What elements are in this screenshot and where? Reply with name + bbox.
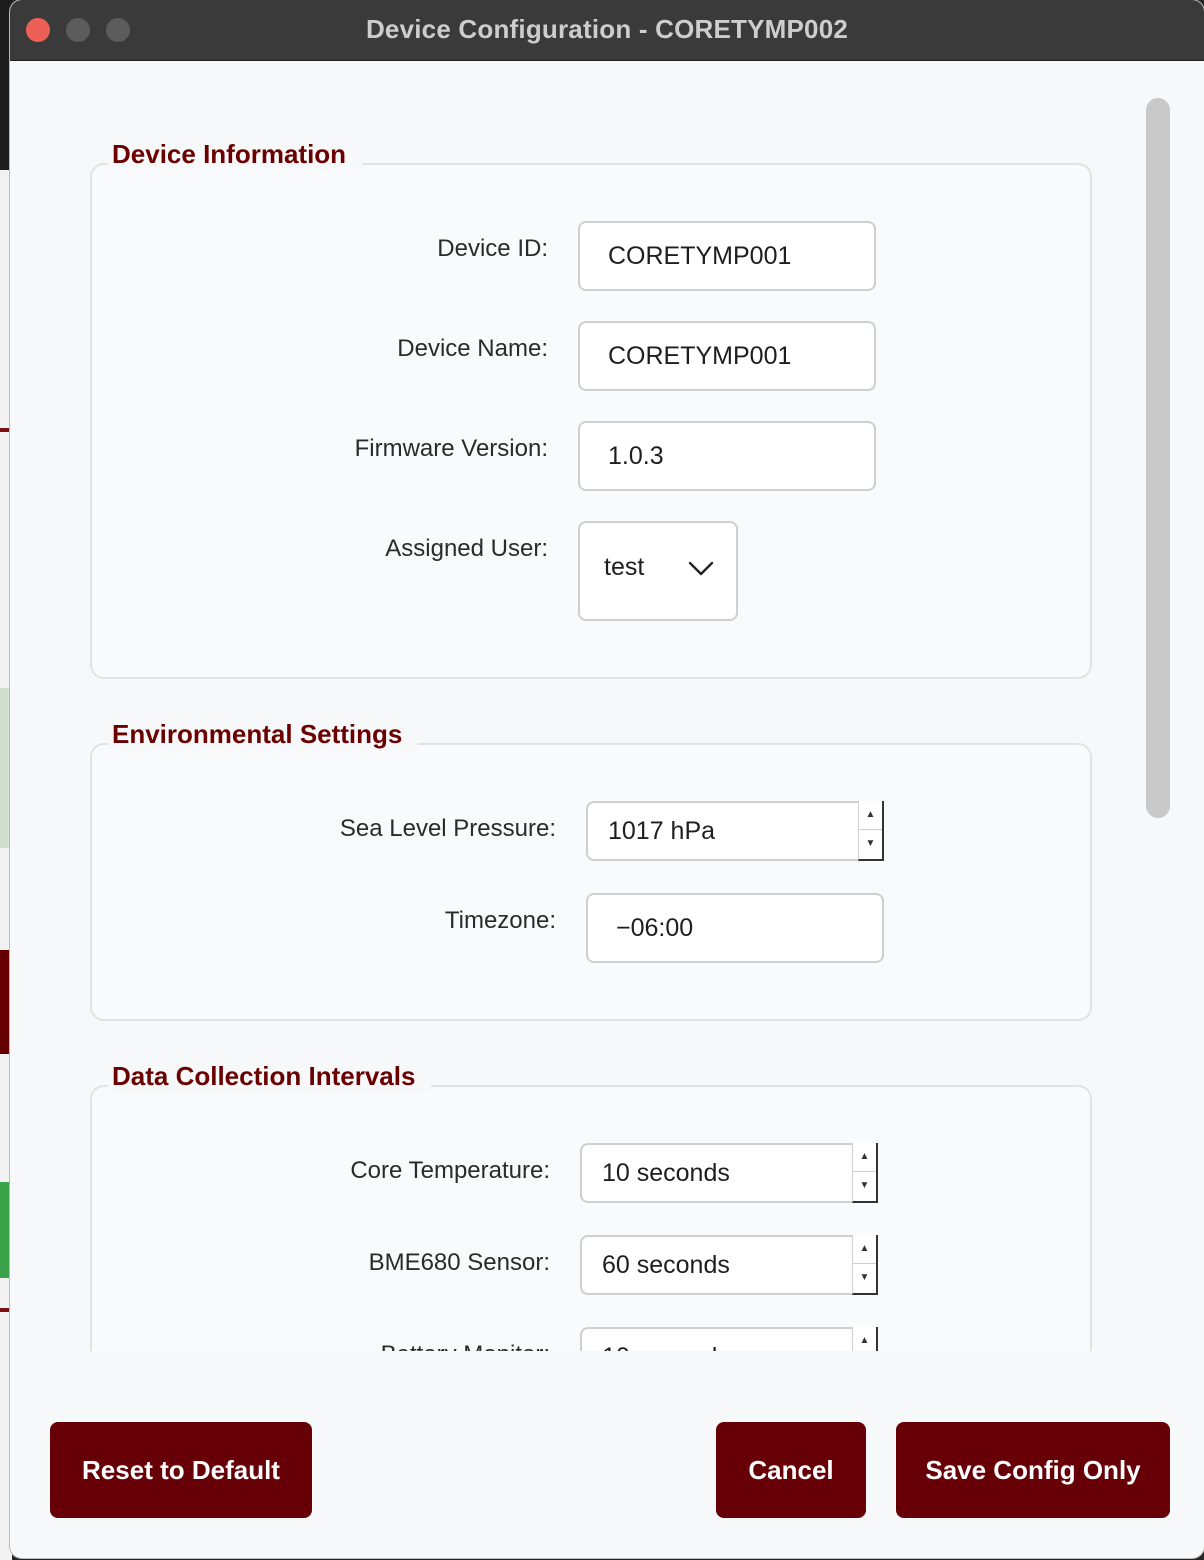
spin-up-icon[interactable]: ▲ [853,1327,876,1351]
bme680-sensor-arrows: ▲ ▼ [852,1235,878,1295]
bme680-sensor-stepper[interactable]: 60 seconds ▲ ▼ [580,1235,878,1295]
core-temperature-stepper[interactable]: 10 seconds ▲ ▼ [580,1143,878,1203]
core-temperature-value: 10 seconds [602,1159,730,1187]
firmware-version-label: Firmware Version: [354,435,548,462]
cancel-button[interactable]: Cancel [716,1422,866,1518]
device-id-label: Device ID: [437,235,548,262]
environmental-settings-group: Environmental Settings Sea Level Pressur… [90,719,1092,1021]
data-collection-intervals-legend: Data Collection Intervals [108,1061,432,1092]
spin-down-icon[interactable]: ▼ [859,830,882,859]
battery-monitor-value: 10 seconds [602,1343,730,1351]
bme680-sensor-label: BME680 Sensor: [368,1249,550,1276]
device-information-legend: Device Information [108,139,363,170]
spin-up-icon[interactable]: ▲ [859,801,882,830]
assigned-user-value: test [604,553,645,581]
device-configuration-window: Device Configuration - CORETYMP002 Devic… [10,0,1204,1558]
spin-up-icon[interactable]: ▲ [853,1235,876,1264]
window-title: Device Configuration - CORETYMP002 [365,14,849,44]
timezone-label: Timezone: [444,907,556,934]
sea-level-pressure-stepper[interactable]: 1017 hPa ▲ ▼ [586,801,884,861]
battery-monitor-stepper[interactable]: 10 seconds ▲ ▼ [580,1327,878,1351]
spin-down-icon[interactable]: ▼ [853,1172,876,1201]
firmware-version-field[interactable]: 1.0.3 [578,421,876,491]
scroll-area[interactable]: Device Information Device ID: CORETYMP00… [10,61,1204,1351]
device-name-label: Device Name: [397,335,548,362]
device-information-group: Device Information Device ID: CORETYMP00… [90,139,1092,679]
spin-up-icon[interactable]: ▲ [853,1143,876,1172]
device-id-field[interactable]: CORETYMP001 [578,221,876,291]
timezone-field[interactable]: −06:00 [586,893,884,963]
core-temperature-label: Core Temperature: [350,1157,550,1184]
sea-level-pressure-label: Sea Level Pressure: [339,815,556,842]
spin-down-icon[interactable]: ▼ [853,1264,876,1293]
device-name-field[interactable]: CORETYMP001 [578,321,876,391]
assigned-user-label: Assigned User: [385,535,548,562]
chevron-down-icon [688,561,714,576]
environmental-settings-legend: Environmental Settings [108,719,419,750]
core-temperature-arrows: ▲ ▼ [852,1143,878,1203]
save-config-only-button[interactable]: Save Config Only [896,1422,1170,1518]
battery-monitor-arrows: ▲ ▼ [852,1327,878,1351]
reset-to-default-button[interactable]: Reset to Default [50,1422,312,1518]
assigned-user-select[interactable]: test [578,521,738,621]
title-bar[interactable]: Device Configuration - CORETYMP002 [10,0,1204,61]
sea-level-pressure-value: 1017 hPa [608,817,716,845]
data-collection-intervals-group: Data Collection Intervals Core Temperatu… [90,1061,1092,1351]
battery-monitor-label: Battery Monitor: [381,1341,550,1351]
bme680-sensor-value: 60 seconds [602,1251,730,1279]
vertical-scrollbar[interactable] [1146,98,1170,818]
sea-level-pressure-arrows: ▲ ▼ [858,801,884,861]
